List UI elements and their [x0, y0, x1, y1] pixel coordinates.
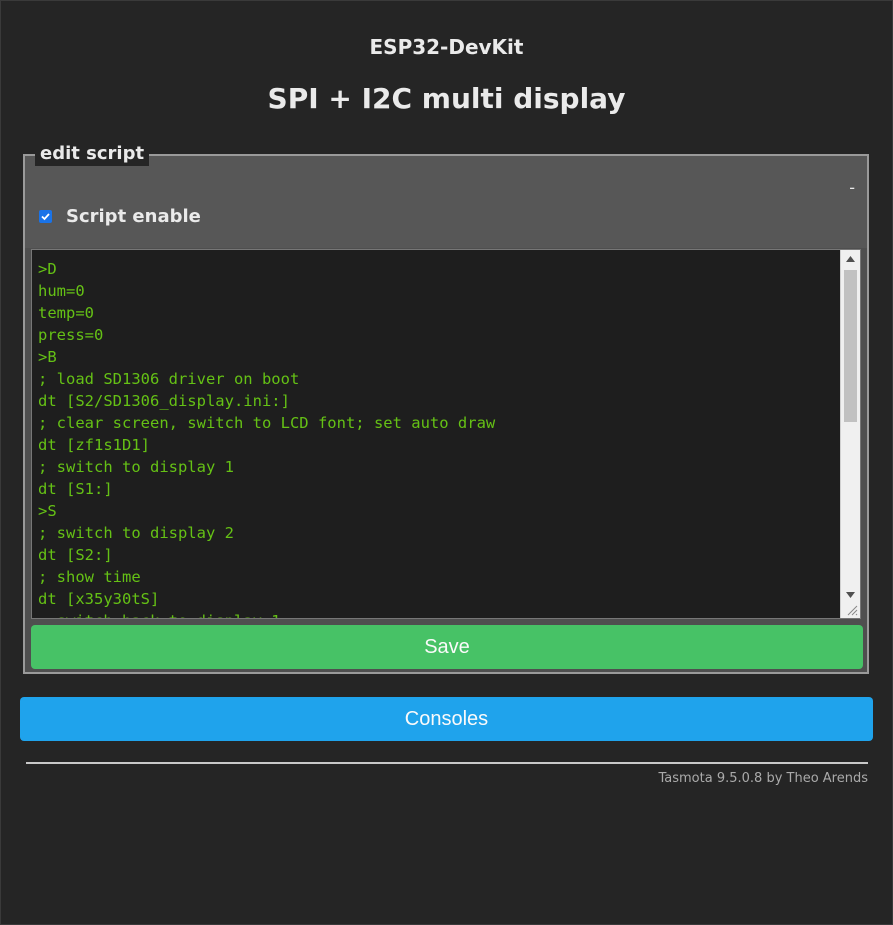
code-line[interactable]: >S	[38, 500, 495, 522]
save-button[interactable]: Save	[31, 625, 863, 669]
code-line[interactable]: dt [S2/SD1306_display.ini:]	[38, 390, 495, 412]
edit-script-fieldset: edit script - Script enable >D hum=0 temp=…	[23, 142, 869, 674]
code-line[interactable]: ; clear screen, switch to LCD font; set …	[38, 412, 495, 434]
fieldset-header-area	[25, 156, 867, 248]
code-line[interactable]: ; switch back to display 1	[38, 610, 495, 618]
script-enable-checkbox[interactable]	[39, 209, 52, 223]
code-line[interactable]: temp=0	[38, 302, 495, 324]
code-line[interactable]: ; switch to display 1	[38, 456, 495, 478]
footer-version: Tasmota 9.5.0.8 by Theo Arends	[658, 771, 868, 786]
code-line[interactable]: ; switch to display 2	[38, 522, 495, 544]
scroll-up-button[interactable]	[841, 250, 860, 268]
consoles-button[interactable]: Consoles	[20, 697, 873, 741]
code-line[interactable]: ; show time	[38, 566, 495, 588]
code-line[interactable]: dt [S1:]	[38, 478, 495, 500]
code-line[interactable]: press=0	[38, 324, 495, 346]
triangle-down-icon	[846, 592, 855, 598]
scroll-down-button[interactable]	[841, 586, 860, 604]
code-line[interactable]: dt [S2:]	[38, 544, 495, 566]
fieldset-legend: edit script	[35, 142, 150, 166]
page-title: SPI + I2C multi display	[267, 82, 626, 115]
code-line[interactable]: >D	[38, 258, 495, 280]
code-line[interactable]: ; load SD1306 driver on boot	[38, 368, 495, 390]
vertical-scrollbar[interactable]	[840, 250, 860, 618]
device-name: ESP32-DevKit	[369, 35, 524, 59]
script-textarea[interactable]: >D hum=0 temp=0 press=0 >B; load SD1306 driv…	[31, 249, 861, 619]
code-line[interactable]: dt [zf1s1D1]	[38, 434, 495, 456]
script-code[interactable]: >D hum=0 temp=0 press=0 >B; load SD1306 driv…	[38, 258, 495, 618]
script-enable-row[interactable]: Script enable	[39, 204, 201, 228]
triangle-up-icon	[846, 256, 855, 262]
collapse-toggle[interactable]: -	[849, 178, 855, 197]
code-line[interactable]: dt [x35y30tS]	[38, 588, 495, 610]
resize-grip-icon[interactable]	[846, 604, 858, 616]
code-line[interactable]: >B	[38, 346, 495, 368]
divider	[26, 762, 868, 764]
script-enable-label: Script enable	[66, 205, 201, 227]
checkmark-icon	[41, 212, 50, 220]
code-line[interactable]: hum=0	[38, 280, 495, 302]
scroll-thumb[interactable]	[844, 270, 857, 422]
